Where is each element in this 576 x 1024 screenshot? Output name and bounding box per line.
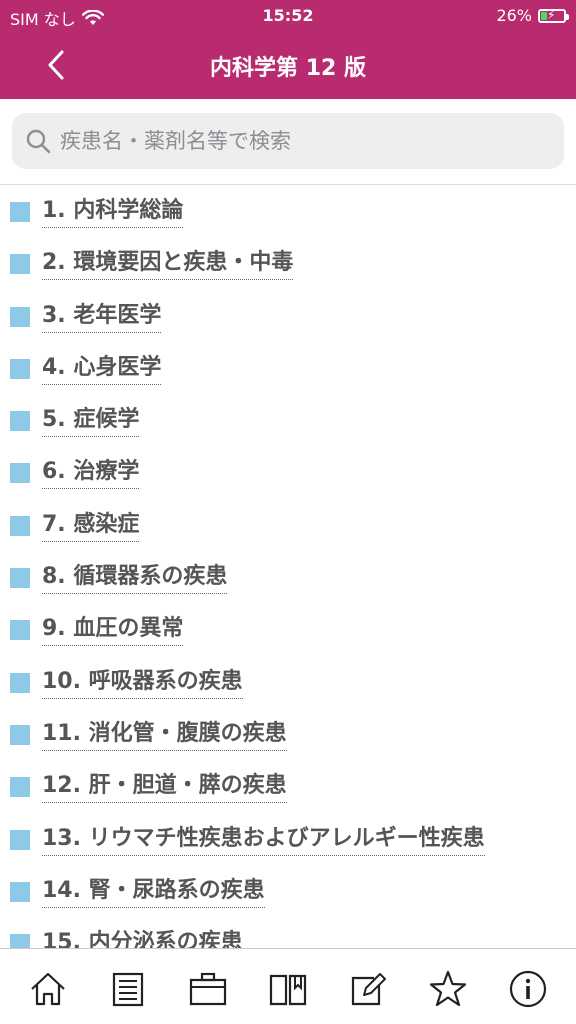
list-item[interactable]: 6. 治療学	[0, 447, 576, 499]
document-list-icon	[112, 972, 144, 1007]
battery-percent: 26%	[496, 6, 532, 25]
tab-home[interactable]	[28, 969, 72, 1013]
chapter-link[interactable]: 3. 老年医学	[42, 303, 162, 333]
chapter-link[interactable]: 8. 循環器系の疾患	[42, 564, 228, 595]
tab-notes[interactable]	[348, 969, 392, 1013]
list-item[interactable]: 5. 症候学	[0, 395, 576, 447]
list-item[interactable]: 15. 内分泌系の疾患	[0, 918, 576, 948]
status-time: 15:52	[262, 6, 314, 25]
list-item[interactable]: 8. 循環器系の疾患	[0, 552, 576, 604]
list-item[interactable]: 11. 消化管・腹膜の疾患	[0, 709, 576, 761]
chapter-link[interactable]: 1. 内科学総論	[42, 198, 184, 228]
bullet-square	[10, 829, 30, 850]
list-item[interactable]: 9. 血圧の異常	[0, 604, 576, 656]
chapter-link[interactable]: 2. 環境要因と疾患・中毒	[42, 250, 294, 281]
search-input[interactable]	[60, 129, 540, 153]
chapter-link[interactable]: 7. 感染症	[42, 512, 140, 542]
bullet-square	[10, 306, 30, 327]
chapter-list: 1. 内科学総論 2. 環境要因と疾患・中毒 3. 老年医学 4. 心身医学 5…	[0, 186, 576, 948]
list-item[interactable]: 4. 心身医学	[0, 343, 576, 395]
bullet-square	[10, 724, 30, 745]
list-item[interactable]: 12. 肝・胆道・膵の疾患	[0, 761, 576, 813]
tab-contents[interactable]	[108, 969, 152, 1013]
chapter-link[interactable]: 12. 肝・胆道・膵の疾患	[42, 773, 287, 804]
charging-bolt-icon: ⚡	[547, 7, 556, 22]
list-item[interactable]: 1. 内科学総論	[0, 186, 576, 238]
bullet-square	[10, 881, 30, 902]
briefcase-icon	[189, 972, 227, 1006]
chapter-link[interactable]: 10. 呼吸器系の疾患	[42, 669, 243, 699]
tab-bookmarks[interactable]	[268, 969, 312, 1013]
bullet-square	[10, 515, 30, 536]
nav-bar: 内科学第 12 版	[0, 32, 576, 99]
list-item[interactable]: 13. リウマチ性疾患およびアレルギー性疾患	[0, 814, 576, 866]
chapter-link[interactable]: 11. 消化管・腹膜の疾患	[42, 721, 287, 751]
bookmark-book-icon	[269, 974, 307, 1006]
bullet-square	[10, 358, 30, 379]
chapter-link[interactable]: 13. リウマチ性疾患およびアレルギー性疾患	[42, 826, 485, 856]
bullet-square	[10, 672, 30, 693]
status-bar: SIM なし 15:52 26% ⚡	[0, 0, 576, 32]
search-area	[0, 99, 576, 185]
chapter-link[interactable]: 5. 症候学	[42, 407, 140, 438]
tab-bar	[0, 948, 576, 1024]
home-icon	[31, 972, 65, 1006]
bullet-square	[10, 254, 30, 275]
bullet-square	[10, 411, 30, 432]
chapter-link[interactable]: 4. 心身医学	[42, 355, 162, 385]
chapter-link[interactable]: 14. 腎・尿路系の疾患	[42, 878, 265, 908]
bullet-square	[10, 934, 30, 948]
chapter-link[interactable]: 15. 内分泌系の疾患	[42, 930, 243, 948]
bullet-square	[10, 463, 30, 484]
search-icon	[26, 129, 51, 154]
info-icon	[509, 970, 547, 1008]
list-item[interactable]: 2. 環境要因と疾患・中毒	[0, 238, 576, 290]
tab-briefcase[interactable]	[188, 969, 232, 1013]
tab-info[interactable]	[508, 969, 552, 1013]
list-item[interactable]: 3. 老年医学	[0, 291, 576, 343]
bullet-square	[10, 202, 30, 222]
star-icon	[429, 970, 467, 1007]
list-item[interactable]: 14. 腎・尿路系の疾患	[0, 866, 576, 918]
list-item[interactable]: 10. 呼吸器系の疾患	[0, 657, 576, 709]
battery-icon: ⚡	[538, 7, 569, 23]
tab-favorites[interactable]	[428, 969, 472, 1013]
battery-tip	[566, 13, 569, 20]
bullet-square	[10, 620, 30, 641]
bullet-square	[10, 777, 30, 798]
bullet-square	[10, 568, 30, 589]
note-edit-icon	[351, 973, 386, 1006]
chapter-link[interactable]: 9. 血圧の異常	[42, 616, 184, 647]
chapter-link[interactable]: 6. 治療学	[42, 459, 140, 490]
page-title: 内科学第 12 版	[210, 56, 366, 81]
search-bar[interactable]	[12, 113, 564, 169]
battery-group: 26% ⚡	[496, 6, 569, 25]
list-item[interactable]: 7. 感染症	[0, 500, 576, 552]
